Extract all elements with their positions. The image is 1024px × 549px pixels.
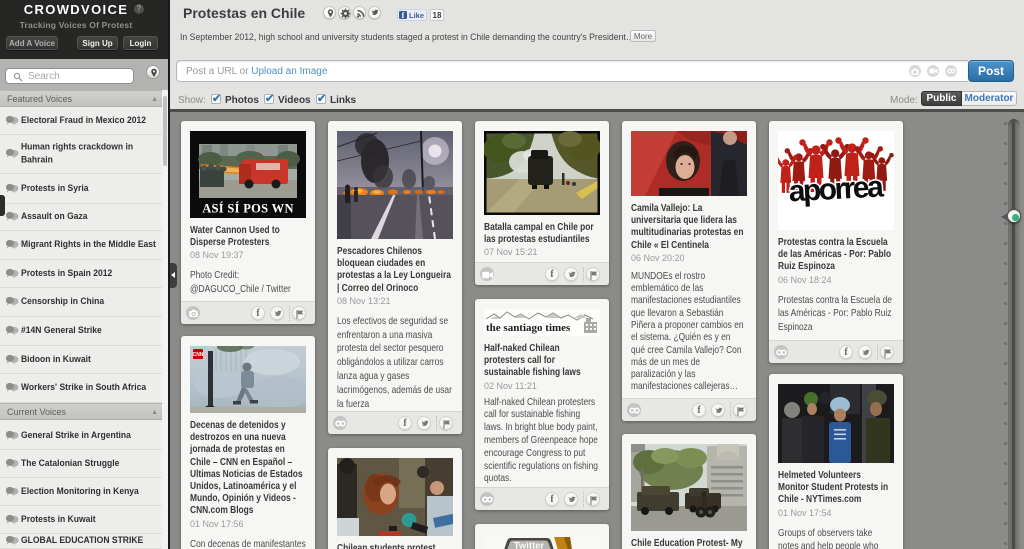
svg-text:aporrea: aporrea (788, 170, 885, 208)
svg-text:Twitter: Twitter (514, 541, 545, 549)
svg-text:the santiago times: the santiago times (486, 322, 571, 334)
svg-text:CNN: CNN (193, 352, 204, 358)
svg-text:ASÍ SÍ POS WN: ASÍ SÍ POS WN (202, 202, 294, 216)
